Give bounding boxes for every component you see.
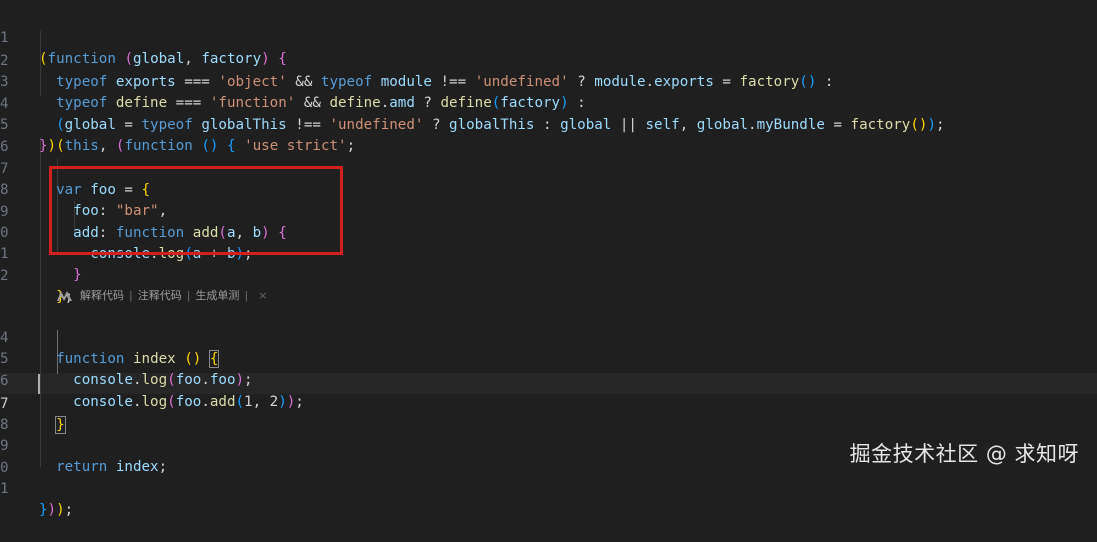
codelens-bar: 解释代码 | 注释代码 | 生成单测 | × <box>56 287 270 305</box>
line-number: 2 <box>0 268 9 284</box>
code-line[interactable]: 7 var foo = { <box>0 138 1097 198</box>
code-line[interactable]: 5 })(this, (function () { 'use strict'; <box>0 94 1097 154</box>
ai-assistant-icon <box>57 291 72 301</box>
codelens-separator: × <box>258 289 268 302</box>
line-number: 1 <box>0 481 9 497</box>
code-line[interactable]: 6 <box>0 116 1097 155</box>
code-line[interactable]: 8 <box>0 394 1097 433</box>
code-line[interactable]: 6 console.log(foo.add(1, 2)); <box>0 350 1097 410</box>
codelens-separator: | <box>244 289 249 302</box>
code-line[interactable]: 3 typeof define === 'function' && define… <box>0 51 1097 111</box>
code-line-current[interactable]: 7 } <box>0 373 1097 434</box>
codelens-separator: | <box>129 289 133 302</box>
code-line[interactable]: 4 function index () { <box>0 307 1097 368</box>
annotation-highlight-box <box>49 166 343 255</box>
explain-code-action[interactable]: 解释代码 <box>80 287 124 305</box>
text-cursor <box>38 374 40 394</box>
code-line[interactable]: 1 (function (global, factory) { <box>0 7 1097 67</box>
codelens-separator: | <box>186 289 191 302</box>
code-line[interactable]: 4 (global = typeof globalThis !== 'undef… <box>0 73 1097 133</box>
comment-code-action[interactable]: 注释代码 <box>138 287 182 305</box>
generate-tests-action[interactable]: 生成单测 <box>195 287 239 305</box>
watermark: 掘金技术社区 @ 求知呀 <box>849 442 1079 466</box>
code-line[interactable]: 5 console.log(foo.foo); <box>0 328 1097 388</box>
code-line[interactable]: 9 return index; <box>0 415 1097 475</box>
code-line[interactable]: 2 typeof exports === 'object' && typeof … <box>0 30 1097 90</box>
code-editor[interactable]: 1 (function (global, factory) { 2 typeof… <box>0 0 1097 518</box>
